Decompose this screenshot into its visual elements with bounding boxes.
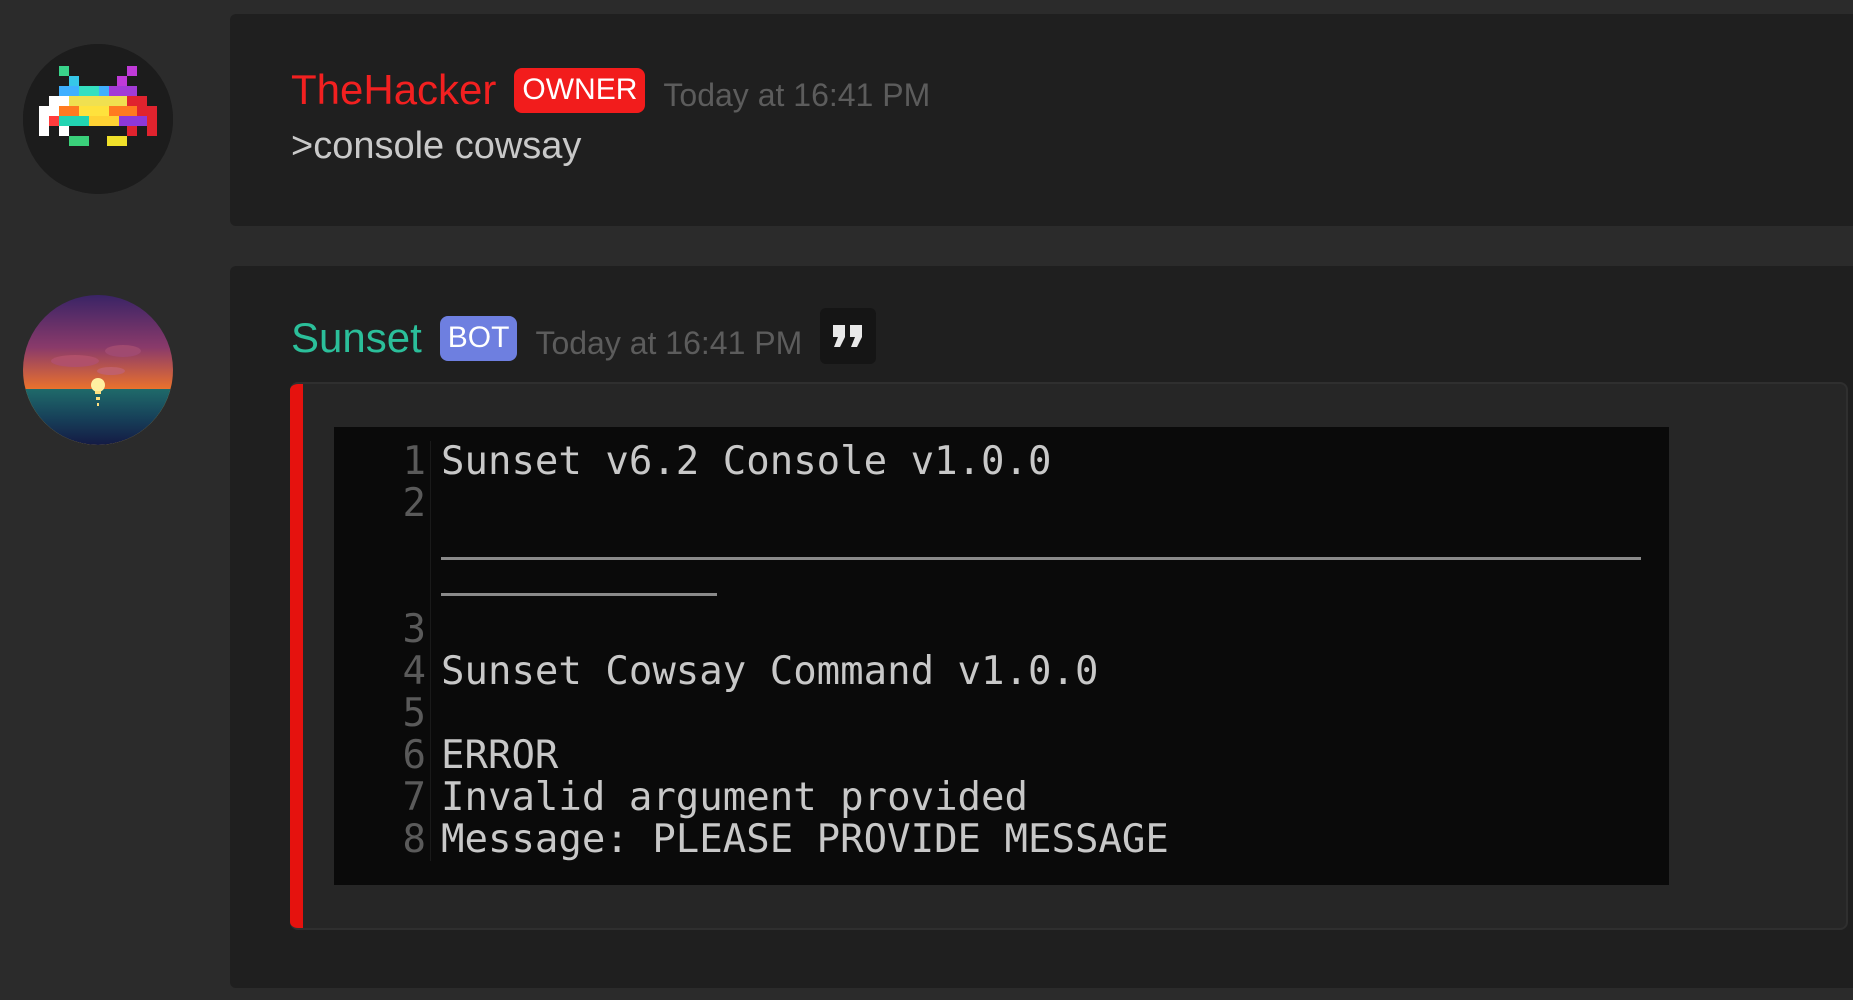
separator-rule xyxy=(441,557,1641,560)
avatar-sunset[interactable] xyxy=(23,295,173,445)
line-number: 4 xyxy=(334,651,431,693)
line-number: 5 xyxy=(334,693,431,735)
line-number: 6 xyxy=(334,735,431,777)
message-thehacker: TheHacker OWNER Today at 16:41 PM >conso… xyxy=(230,14,1853,226)
quote-icon xyxy=(833,325,863,347)
code-line: 7 Invalid argument provided xyxy=(334,777,1669,819)
code-line: 5 xyxy=(334,693,1669,735)
quote-button[interactable] xyxy=(820,308,877,364)
sunset-icon xyxy=(23,295,173,445)
code-line: 3 xyxy=(334,609,1669,651)
line-number: 7 xyxy=(334,777,431,819)
message-header: TheHacker OWNER Today at 16:41 PM xyxy=(291,64,930,116)
code-text: Sunset v6.2 Console v1.0.0 xyxy=(441,441,1052,483)
username[interactable]: Sunset xyxy=(291,312,422,364)
code-text: Invalid argument provided xyxy=(441,777,1028,819)
space-invader-icon xyxy=(23,44,173,194)
message-content: >console cowsay xyxy=(291,125,582,167)
owner-badge: OWNER xyxy=(514,67,646,113)
line-number: 1 xyxy=(334,441,431,483)
message-header: Sunset BOT Today at 16:41 PM xyxy=(291,308,877,364)
code-block: 1 Sunset v6.2 Console v1.0.0 2 3 4 Sunse… xyxy=(334,427,1669,885)
separator-rule xyxy=(441,593,717,596)
line-number: 8 xyxy=(334,819,431,861)
timestamp: Today at 16:41 PM xyxy=(535,325,803,361)
code-text-separator xyxy=(431,483,1669,609)
bot-badge: BOT xyxy=(439,315,518,361)
chat-view: TheHacker OWNER Today at 16:41 PM >conso… xyxy=(0,0,1853,1000)
message-sunset: Sunset BOT Today at 16:41 PM 1 Sunset v6… xyxy=(230,266,1853,988)
timestamp: Today at 16:41 PM xyxy=(663,77,931,113)
embed-accent-bar xyxy=(290,384,303,928)
code-text: ERROR xyxy=(441,735,559,777)
code-line: 1 Sunset v6.2 Console v1.0.0 xyxy=(334,441,1669,483)
code-text: Message: PLEASE PROVIDE MESSAGE xyxy=(441,819,1169,861)
line-number: 2 xyxy=(334,483,431,609)
avatar-thehacker[interactable] xyxy=(23,44,173,194)
code-line: 2 xyxy=(334,483,1669,609)
code-line: 6 ERROR xyxy=(334,735,1669,777)
code-text: Sunset Cowsay Command v1.0.0 xyxy=(441,651,1099,693)
message-embed: 1 Sunset v6.2 Console v1.0.0 2 3 4 Sunse… xyxy=(290,382,1848,930)
line-number: 3 xyxy=(334,609,431,651)
code-line: 8 Message: PLEASE PROVIDE MESSAGE xyxy=(334,819,1669,861)
code-line: 4 Sunset Cowsay Command v1.0.0 xyxy=(334,651,1669,693)
username[interactable]: TheHacker xyxy=(291,64,496,116)
